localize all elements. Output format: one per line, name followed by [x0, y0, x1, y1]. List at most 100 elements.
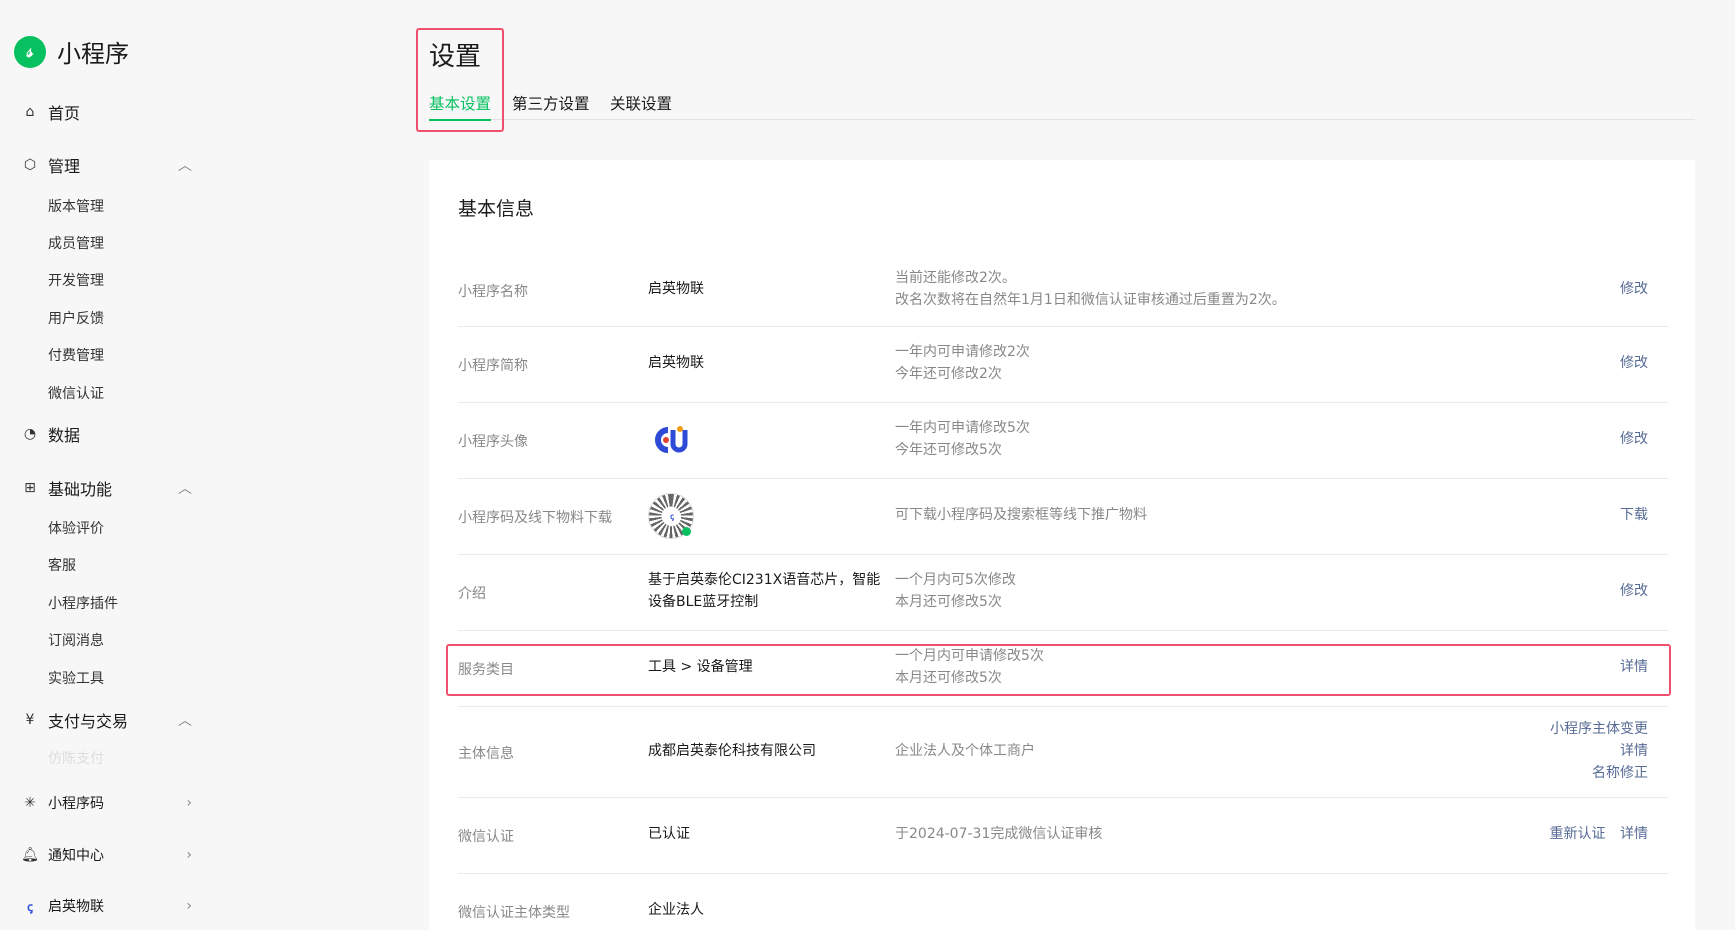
- chevron-up-icon: ︿: [178, 713, 192, 729]
- entity-detail-button[interactable]: 详情: [1620, 743, 1648, 759]
- reauth-button[interactable]: 重新认证: [1550, 826, 1606, 842]
- sidebar-item-qrcode[interactable]: ✳ 小程序码 ›: [22, 793, 192, 813]
- row-value: 启英物联: [648, 281, 704, 297]
- account-logo-icon: ꞔ: [27, 899, 33, 914]
- row-value: 已认证: [648, 826, 690, 842]
- row-label: 微信认证主体类型: [458, 905, 570, 921]
- row-label: 主体信息: [458, 746, 514, 762]
- row-value: 成都启英泰伦科技有限公司: [648, 743, 816, 759]
- row-actions: 重新认证 详情: [1550, 823, 1648, 845]
- row-desc: 可下载小程序码及搜索框等线下推广物料: [895, 507, 1147, 523]
- edit-name-button[interactable]: 修改: [1620, 281, 1648, 297]
- edit-avatar-button[interactable]: 修改: [1620, 431, 1648, 447]
- title-highlight-box: [416, 28, 504, 132]
- sidebar: 𝓈 小程序 ⌂ 首页 ⬡ 管理 ︿ 版本管理 成员管理 开发管理 用户反馈 付费…: [0, 0, 205, 930]
- tab-association[interactable]: 关联设置: [610, 92, 672, 114]
- sidebar-item-label: 通知中心: [48, 848, 104, 864]
- row-value: 企业法人: [648, 902, 704, 918]
- row-actions: 修改: [1620, 278, 1648, 300]
- row-wechat-auth: 微信认证 已认证 于2024-07-31完成微信认证审核 重新认证 详情: [458, 798, 1668, 874]
- row-label: 小程序简称: [458, 358, 528, 374]
- yuan-icon: ¥: [25, 712, 35, 728]
- home-icon: ⌂: [25, 104, 35, 120]
- row-short-name: 小程序简称 启英物联 一年内可申请修改2次 今年还可修改2次 修改: [458, 327, 1668, 403]
- row-desc: 一年内可申请修改2次 今年还可修改2次: [895, 344, 1030, 382]
- sidebar-item-data[interactable]: ◔ 数据: [22, 422, 192, 446]
- sidebar-item-notify[interactable]: 🔔︎ 通知中心 ›: [21, 845, 192, 865]
- row-desc: 于2024-07-31完成微信认证审核: [895, 826, 1103, 842]
- edit-intro-button[interactable]: 修改: [1620, 583, 1648, 599]
- sidebar-item-account[interactable]: ꞔ 启英物联 ›: [22, 896, 192, 916]
- qrcode-center-logo: ꞔ: [663, 508, 681, 526]
- sidebar-item-service[interactable]: 客服: [48, 555, 76, 575]
- row-auth-entity-type: 微信认证主体类型 企业法人: [458, 874, 1668, 930]
- row-desc: 一年内可申请修改5次 今年还可修改5次: [895, 420, 1030, 458]
- qrcode-icon: ꞔ: [648, 493, 694, 539]
- auth-detail-button[interactable]: 详情: [1620, 826, 1648, 842]
- row-label: 微信认证: [458, 829, 514, 845]
- sidebar-item-members[interactable]: 成员管理: [48, 233, 104, 253]
- row-desc: 当前还能修改2次。 改名次数将在自然年1月1日和微信认证审核通过后重置为2次。: [895, 270, 1286, 308]
- sidebar-item-pay[interactable]: ¥ 支付与交易 ︿: [22, 708, 192, 732]
- sparkle-icon: ✳: [24, 795, 36, 811]
- sidebar-item-label: 启英物联: [48, 899, 104, 915]
- edit-short-name-button[interactable]: 修改: [1620, 355, 1648, 371]
- row-actions: 修改: [1620, 580, 1648, 602]
- grid-icon: ⊞: [24, 480, 36, 496]
- sidebar-item-home[interactable]: ⌂ 首页: [22, 100, 192, 124]
- qrcode-badge-icon: [682, 527, 691, 536]
- row-actions: 修改: [1620, 428, 1648, 450]
- row-introduction: 介绍 基于启英泰伦CI231X语音芯片，智能 设备BLE蓝牙控制 一个月内可5次…: [458, 555, 1668, 631]
- sidebar-item-wechat-auth[interactable]: 微信认证: [48, 383, 104, 403]
- card-title: 基本信息: [458, 198, 535, 220]
- sidebar-item-label: 管理: [48, 157, 81, 176]
- row-label: 小程序码及线下物料下载: [458, 510, 612, 526]
- chevron-right-icon: ›: [186, 898, 192, 914]
- sidebar-item-payment[interactable]: 付费管理: [48, 345, 104, 365]
- row-desc: 企业法人及个体工商户: [895, 743, 1035, 759]
- sidebar-item-basic[interactable]: ⊞ 基础功能 ︿: [22, 476, 192, 500]
- bell-icon: 🔔︎: [21, 847, 39, 863]
- tab-third-party[interactable]: 第三方设置: [512, 92, 590, 114]
- sidebar-item-label: 数据: [48, 426, 81, 445]
- sidebar-item-manage[interactable]: ⬡ 管理 ︿: [22, 153, 192, 177]
- download-button[interactable]: 下载: [1620, 507, 1648, 523]
- mini-program-qrcode: ꞔ: [648, 493, 694, 539]
- row-actions: 修改: [1620, 352, 1648, 374]
- sidebar-item-experience[interactable]: 体验评价: [48, 518, 104, 538]
- avatar: [648, 420, 688, 460]
- tab-bar: 基本设置 第三方设置 关联设置: [429, 92, 1695, 121]
- sidebar-item-plugin[interactable]: 小程序插件: [48, 593, 118, 613]
- row-value: 启英物联: [648, 355, 704, 371]
- chevron-up-icon: ︿: [178, 481, 192, 497]
- sidebar-item-feedback[interactable]: 用户反馈: [48, 308, 104, 328]
- sidebar-item-label: 支付与交易: [48, 712, 129, 731]
- category-highlight-box: [446, 644, 1671, 696]
- sidebar-item-subscribe[interactable]: 订阅消息: [48, 630, 104, 650]
- sidebar-item-version[interactable]: 版本管理: [48, 196, 104, 216]
- row-avatar: 小程序头像 一年内可申请修改5次 今年还可修改5次 修改: [458, 403, 1668, 479]
- row-actions: 下载: [1620, 504, 1648, 526]
- row-label: 小程序名称: [458, 284, 528, 300]
- row-qrcode: 小程序码及线下物料下载 ꞔ 可下载小程序码及搜索框等线下推广物料 下载: [458, 479, 1668, 555]
- sidebar-item-lab[interactable]: 实验工具: [48, 668, 104, 688]
- change-entity-button[interactable]: 小程序主体变更: [1550, 721, 1648, 737]
- brand[interactable]: 𝓈 小程序: [14, 34, 129, 69]
- avatar-logo-icon: [655, 426, 688, 453]
- row-label: 介绍: [458, 586, 486, 602]
- chevron-up-icon: ︿: [178, 158, 192, 174]
- pie-chart-icon: ◔: [23, 426, 37, 442]
- basic-info-card: 基本信息 小程序名称 启英物联 当前还能修改2次。 改名次数将在自然年1月1日和…: [429, 160, 1695, 930]
- sidebar-item-dev[interactable]: 开发管理: [48, 270, 104, 290]
- row-actions: 小程序主体变更 详情 名称修正: [1550, 718, 1648, 784]
- row-label: 小程序头像: [458, 434, 528, 450]
- name-correction-button[interactable]: 名称修正: [1592, 765, 1648, 781]
- sidebar-item-label: 首页: [48, 104, 81, 123]
- chevron-right-icon: ›: [186, 847, 192, 863]
- sidebar-item-faded[interactable]: 仿陈支付: [48, 748, 104, 768]
- mini-program-logo-icon: 𝓈: [14, 35, 46, 68]
- chevron-right-icon: ›: [186, 795, 192, 811]
- sidebar-item-label: 基础功能: [48, 480, 113, 499]
- row-entity-info: 主体信息 成都启英泰伦科技有限公司 企业法人及个体工商户 小程序主体变更 详情 …: [458, 707, 1668, 798]
- settings-hex-icon: ⬡: [23, 157, 37, 173]
